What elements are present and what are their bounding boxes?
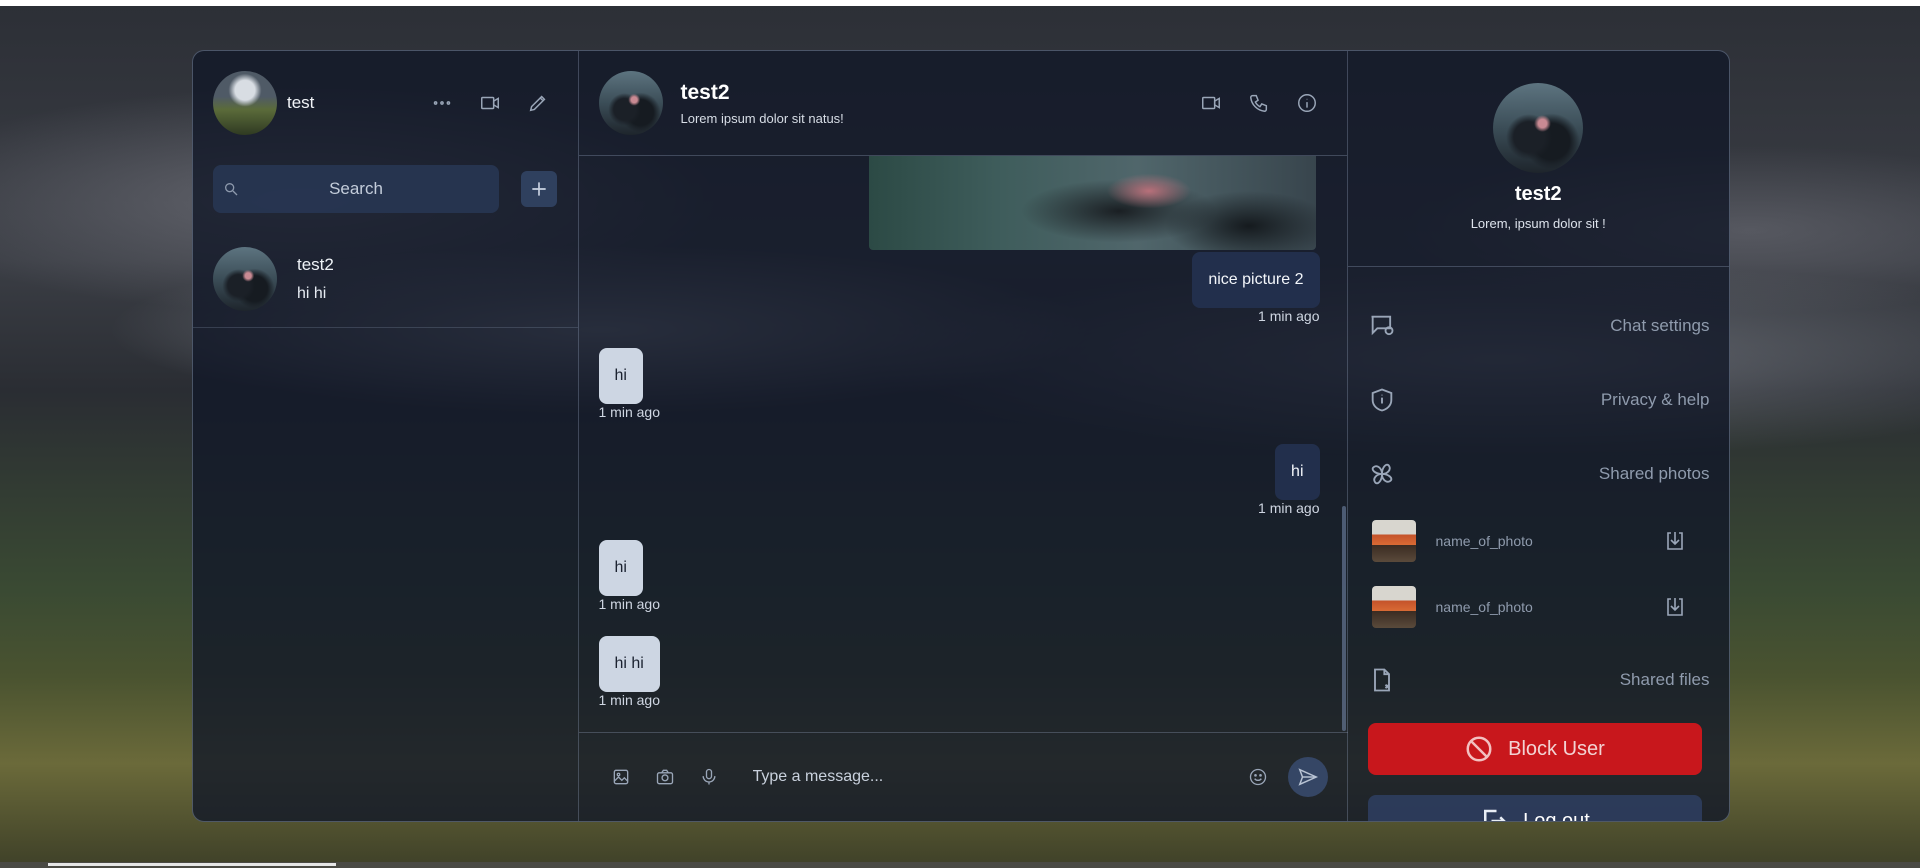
message-bubble-incoming: hi	[598, 348, 643, 404]
download-photo-button[interactable]	[1658, 524, 1692, 558]
chat-title: test2	[680, 80, 730, 104]
send-button[interactable]	[1287, 757, 1328, 797]
pencil-icon	[529, 95, 545, 112]
message-composer	[578, 732, 1348, 821]
chat-panel: test2 Lorem ipsum dolor sit natus! nice …	[578, 51, 1348, 821]
user-name: test	[287, 93, 315, 112]
search-input[interactable]	[213, 164, 499, 214]
ellipsis-icon	[433, 101, 450, 105]
message-timestamp: 1 min ago	[598, 404, 660, 420]
bottom-strip	[0, 862, 1920, 868]
shared-photos-label: Shared photos	[1598, 464, 1710, 483]
profile-avatar	[1493, 83, 1584, 173]
more-options-button[interactable]	[422, 83, 462, 123]
message-list[interactable]: nice picture 2 1 min ago hi 1 min ago hi…	[579, 156, 1348, 731]
photo-thumbnail	[1371, 520, 1416, 562]
left-panel: test test2 hi hi	[193, 51, 579, 821]
photo-thumbnail	[1371, 586, 1416, 628]
contact-info: test2 hi hi	[297, 255, 334, 303]
chat-video-button[interactable]	[1191, 83, 1231, 123]
chat-settings-option[interactable]: Chat settings	[1368, 301, 1710, 351]
block-user-button[interactable]: Block User	[1367, 723, 1702, 775]
microphone-icon	[702, 768, 715, 785]
profile-card: test2 Lorem, ipsum dolor sit !	[1347, 51, 1729, 267]
microphone-button[interactable]	[687, 755, 731, 799]
shield-icon	[1371, 388, 1392, 412]
message-bubble-outgoing: hi	[1275, 444, 1320, 500]
details-panel: test2 Lorem, ipsum dolor sit ! Chat sett…	[1347, 51, 1729, 822]
block-user-label: Block User	[1508, 737, 1605, 760]
video-call-button[interactable]	[470, 83, 510, 123]
photo-name: name_of_photo	[1435, 533, 1533, 549]
send-icon	[1297, 768, 1318, 786]
message-timestamp: 1 min ago	[598, 596, 660, 612]
contact-name: test2	[297, 255, 334, 274]
shared-files-option[interactable]: Shared files	[1368, 655, 1710, 705]
logout-button[interactable]: Log out	[1367, 795, 1702, 822]
chat-info-button[interactable]	[1287, 83, 1327, 123]
download-icon	[1666, 598, 1683, 616]
logout-label: Log out	[1523, 809, 1590, 822]
chat-meta: test2 Lorem ipsum dolor sit natus!	[681, 81, 1183, 126]
download-photo-button[interactable]	[1658, 590, 1692, 624]
add-contact-button[interactable]	[521, 171, 557, 207]
contact-list-item[interactable]: test2 hi hi	[193, 231, 578, 328]
camera-button[interactable]	[643, 755, 687, 799]
profile-name: test2	[1514, 183, 1562, 205]
privacy-help-option[interactable]: Privacy & help	[1368, 375, 1710, 425]
search-icon	[225, 183, 238, 196]
shared-photo-item[interactable]: name_of_photo	[1371, 585, 1692, 629]
image-icon	[613, 769, 628, 785]
compose-button[interactable]	[518, 83, 558, 123]
video-icon	[480, 96, 499, 110]
attach-image-button[interactable]	[599, 755, 643, 799]
shared-files-label: Shared files	[1619, 670, 1710, 689]
profile-status: Lorem, ipsum dolor sit !	[1470, 216, 1606, 231]
bottom-strip-segment	[48, 863, 336, 866]
photo-name: name_of_photo	[1435, 599, 1533, 615]
pinwheel-icon	[1371, 463, 1392, 485]
message-bubble-incoming: hi	[598, 540, 643, 596]
phone-icon	[1249, 94, 1267, 112]
block-icon	[1466, 736, 1492, 762]
message-bubble-outgoing: nice picture 2	[1192, 252, 1320, 308]
message-input[interactable]	[750, 756, 1236, 798]
scrollbar-thumb[interactable]	[1341, 506, 1346, 731]
chat-settings-icon	[1371, 315, 1393, 336]
top-strip	[0, 0, 1920, 6]
message-bubble-incoming: hi hi	[598, 636, 660, 692]
shared-photo-item[interactable]: name_of_photo	[1371, 519, 1692, 563]
contact-last-message: hi hi	[297, 285, 327, 302]
smiley-icon	[1249, 768, 1266, 786]
user-avatar[interactable]	[213, 71, 277, 135]
message-timestamp: 1 min ago	[1258, 308, 1320, 324]
download-icon	[1666, 532, 1683, 550]
info-icon	[1297, 94, 1316, 112]
chat-app-window: test test2 hi hi	[192, 50, 1730, 822]
user-header: test	[193, 51, 578, 155]
shared-photos-option[interactable]: Shared photos	[1368, 449, 1710, 499]
plus-icon	[532, 182, 546, 196]
contact-avatar	[213, 247, 277, 311]
search-box	[213, 164, 499, 214]
message-timestamp: 1 min ago	[1258, 500, 1320, 516]
video-icon	[1201, 96, 1220, 110]
message-timestamp: 1 min ago	[598, 692, 660, 708]
image-message[interactable]	[868, 156, 1316, 250]
search-row	[193, 164, 578, 214]
logout-icon	[1484, 809, 1506, 821]
chat-settings-label: Chat settings	[1610, 316, 1710, 335]
chat-header: test2 Lorem ipsum dolor sit natus!	[578, 51, 1347, 156]
file-icon	[1373, 668, 1390, 692]
chat-call-button[interactable]	[1239, 83, 1279, 123]
message-scrollbar[interactable]	[1340, 156, 1348, 731]
chat-avatar[interactable]	[598, 71, 663, 135]
chat-subtitle: Lorem ipsum dolor sit natus!	[680, 110, 844, 126]
camera-icon	[656, 769, 673, 785]
privacy-help-label: Privacy & help	[1600, 390, 1710, 409]
emoji-button[interactable]	[1236, 755, 1280, 799]
